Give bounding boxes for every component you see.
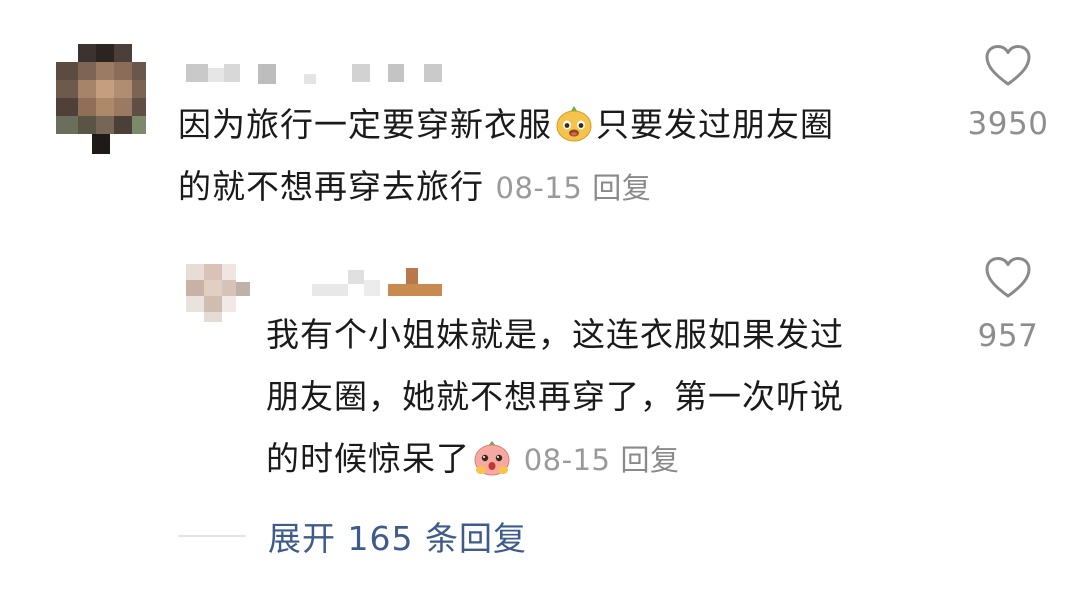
heart-outline-icon[interactable]	[984, 44, 1032, 88]
main-comment-body[interactable]: 因为旅行一定要穿新衣服 只要发过朋友圈 的就不想再穿去旅行 08-15 回复	[178, 94, 834, 219]
avatar-reply-commenter[interactable]	[186, 264, 250, 322]
reply-comment-date: 08-15	[523, 443, 611, 477]
main-comment-text-part-2: 只要发过朋友圈	[596, 105, 834, 144]
mango-smile-emoji-icon	[554, 101, 594, 142]
reply-comment-line-1: 我有个小姐妹就是，这连衣服如果发过	[266, 315, 844, 354]
reply-comment-text-part-3: 的时候惊呆了	[266, 439, 470, 478]
heart-outline-icon[interactable]	[984, 256, 1032, 300]
main-commenter-name[interactable]	[186, 60, 446, 84]
reply-comment-body[interactable]: 我有个小姐妹就是，这连衣服如果发过 朋友圈，她就不想再穿了，第一次听说 的时候惊…	[266, 304, 844, 491]
main-comment-like[interactable]: 3950	[948, 44, 1068, 142]
main-comment-text-part-3: 的就不想再穿去旅行	[178, 167, 484, 206]
main-comment-line-1: 因为旅行一定要穿新衣服 只要发过朋友圈	[178, 94, 834, 156]
reply-comment-line-2: 朋友圈，她就不想再穿了，第一次听说	[266, 377, 844, 416]
reply-comment-like-count: 957	[977, 318, 1039, 354]
main-comment-meta: 08-15 回复	[496, 171, 652, 205]
expand-divider	[178, 535, 246, 537]
main-comment-line-2: 的就不想再穿去旅行 08-15 回复	[178, 156, 834, 219]
peach-surprised-emoji-icon	[472, 435, 512, 476]
main-comment-text-part-1: 因为旅行一定要穿新衣服	[178, 105, 552, 144]
comment-section: 因为旅行一定要穿新衣服 只要发过朋友圈 的就不想再穿去旅行 08-15 回复 3…	[0, 0, 1080, 599]
reply-comment-reply-button[interactable]: 回复	[621, 443, 680, 477]
reply-comment-like[interactable]: 957	[948, 256, 1068, 354]
avatar-main-commenter[interactable]	[56, 44, 146, 154]
reply-commenter-name[interactable]	[312, 266, 452, 298]
reply-comment-meta: 08-15 回复	[514, 443, 680, 477]
main-comment-like-count: 3950	[967, 106, 1049, 142]
main-comment-reply-button[interactable]: 回复	[592, 171, 651, 205]
expand-replies-button[interactable]: 展开 165 条回复	[268, 512, 527, 560]
main-comment-date: 08-15	[495, 171, 583, 205]
reply-comment-line-3: 的时候惊呆了 08-15 回复	[266, 428, 844, 491]
expand-replies-row[interactable]: 展开 165 条回复	[178, 512, 527, 560]
